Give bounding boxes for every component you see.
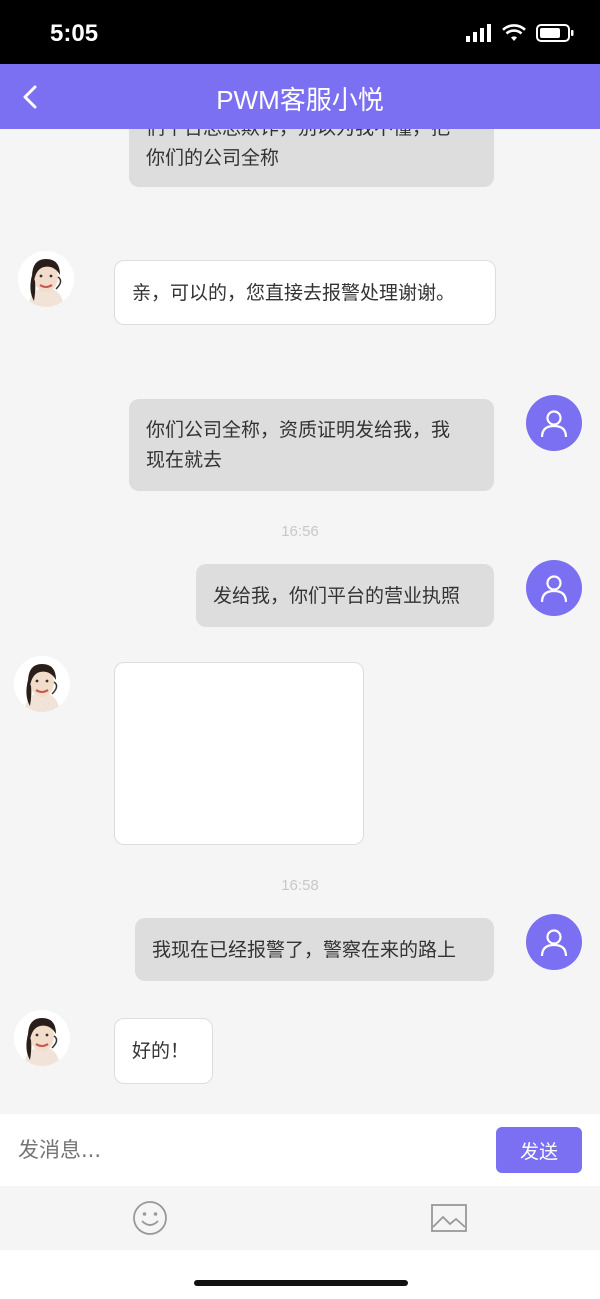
message-bubble-incoming: 亲，可以的，您直接去报警处理谢谢。	[114, 260, 496, 325]
send-button[interactable]: 发送	[496, 1127, 582, 1173]
wifi-icon	[502, 24, 526, 41]
message-text: 你们公司全称，资质证明发给我，我	[146, 419, 451, 441]
message-input[interactable]	[18, 1134, 468, 1166]
message-bubble-outgoing: 发给我，你们平台的营业执照	[196, 564, 494, 627]
user-avatar[interactable]	[526, 395, 582, 451]
message-text: 我现在已经报警了，警察在来的路上	[152, 938, 457, 961]
user-avatar[interactable]	[526, 560, 582, 616]
message-text: 发给我，你们平台的营业执照	[213, 584, 461, 607]
status-icons	[466, 24, 574, 42]
signal-icon	[466, 24, 491, 42]
message-bubble-outgoing: 你们公司全称，资质证明发给我，我 现在就去	[129, 399, 494, 491]
timestamp: 16:56	[281, 523, 319, 540]
chat-area[interactable]: 们平台总总欺诈，别以为我不懂，把 你们的公司全称 亲，可以的，您直接去报警处理谢…	[0, 129, 600, 1114]
input-toolbar	[0, 1186, 600, 1250]
agent-avatar[interactable]	[14, 656, 70, 712]
person-icon	[540, 929, 568, 957]
image-message[interactable]	[114, 662, 364, 845]
agent-avatar[interactable]	[14, 1010, 70, 1066]
input-bar: 发送	[0, 1114, 600, 1186]
home-area	[0, 1250, 600, 1299]
person-icon	[540, 575, 568, 603]
message-text: 们平台总总欺诈，别以为我不懂，把	[146, 129, 450, 143]
home-indicator[interactable]	[194, 1280, 408, 1286]
timestamp: 16:58	[281, 877, 319, 894]
message-text: 现在就去	[146, 449, 223, 471]
agent-avatar[interactable]	[18, 251, 74, 307]
message-bubble-incoming: 好的！	[114, 1018, 213, 1084]
emoji-icon[interactable]	[132, 1200, 168, 1236]
message-bubble-outgoing: 我现在已经报警了，警察在来的路上	[135, 918, 494, 981]
message-bubble-outgoing: 们平台总总欺诈，别以为我不懂，把 你们的公司全称	[129, 129, 494, 187]
nav-bar: PWM客服小悦	[0, 64, 600, 129]
status-bar: 5:05	[0, 0, 600, 64]
message-text: 亲，可以的，您直接去报警处理谢谢。	[132, 281, 456, 304]
message-text: 你们的公司全称	[146, 147, 280, 169]
status-time: 5:05	[50, 20, 99, 47]
person-icon	[540, 410, 568, 438]
battery-icon	[536, 24, 574, 42]
page-title: PWM客服小悦	[216, 85, 384, 115]
user-avatar[interactable]	[526, 914, 582, 970]
image-icon[interactable]	[430, 1202, 470, 1234]
message-text: 好的！	[132, 1040, 190, 1062]
